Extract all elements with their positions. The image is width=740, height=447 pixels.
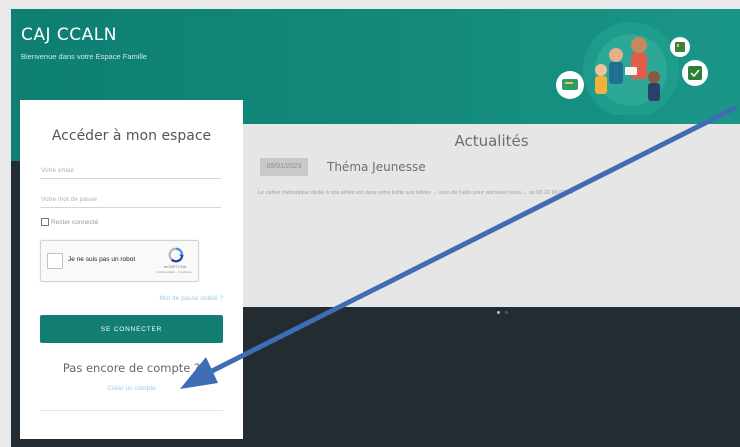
login-button[interactable]: SE CONNECTER bbox=[40, 315, 223, 343]
carousel-dots bbox=[497, 301, 513, 319]
news-heading[interactable]: Théma Jeunesse bbox=[327, 160, 426, 174]
app-title: CAJ CCALN bbox=[21, 25, 117, 45]
login-card: Accéder à mon espace Rester connecté Je … bbox=[20, 100, 243, 439]
remember-label: Rester connecté bbox=[51, 218, 99, 226]
login-title: Accéder à mon espace bbox=[51, 128, 212, 144]
captcha-brand: reCAPTCHA bbox=[163, 264, 187, 269]
news-snippet: Le cahier thématique dédié à nos aînés e… bbox=[258, 190, 574, 196]
carousel-dot-1[interactable] bbox=[497, 311, 500, 314]
password-field[interactable] bbox=[40, 191, 221, 208]
no-account-text: Pas encore de compte ? bbox=[62, 361, 201, 375]
captcha-terms-link[interactable]: Confidentialité - Conditions bbox=[151, 270, 197, 274]
email-field[interactable] bbox=[40, 162, 221, 179]
captcha-checkbox[interactable] bbox=[47, 253, 63, 269]
news-panel: Actualités 09/01/2023 Théma Jeunesse Le … bbox=[243, 124, 740, 314]
captcha-label: Je ne suis pas un robot bbox=[68, 256, 136, 263]
remember-me[interactable]: Rester connecté bbox=[41, 218, 98, 226]
card-divider bbox=[40, 410, 223, 411]
recaptcha-widget[interactable]: Je ne suis pas un robot reCAPTCHA Confid… bbox=[40, 240, 199, 282]
news-title: Actualités bbox=[454, 132, 529, 150]
remember-checkbox[interactable] bbox=[41, 218, 49, 226]
family-illustration-icon bbox=[556, 22, 708, 115]
app-subtitle: Bienvenue dans votre Espace Famille bbox=[21, 52, 147, 61]
carousel-dot-2[interactable] bbox=[505, 311, 508, 314]
create-account-link[interactable]: Créer un compte bbox=[20, 385, 243, 392]
recaptcha-logo-icon bbox=[168, 247, 184, 263]
news-date-badge: 09/01/2023 bbox=[260, 158, 308, 176]
forgot-password-link[interactable]: Mot de passe oublié ? bbox=[159, 295, 223, 302]
